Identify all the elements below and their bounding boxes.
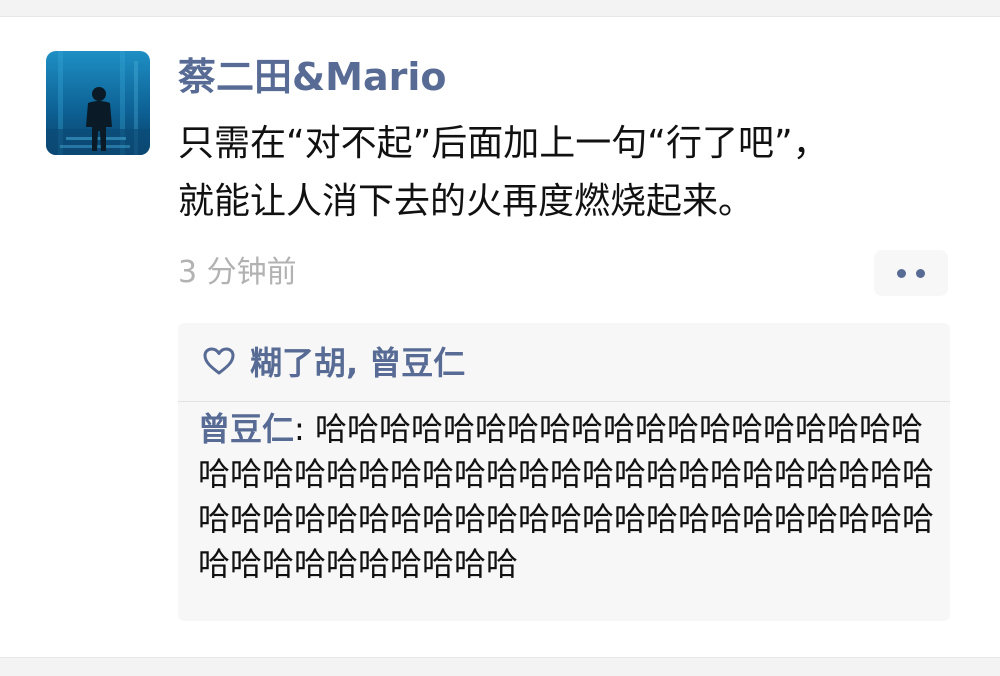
- comment-separator: :: [294, 410, 315, 448]
- heart-outline-icon: [203, 347, 235, 375]
- divider: [178, 401, 950, 402]
- post-text: 只需在“对不起”后面加上一句“行了吧”， 就能让人消下去的火再度燃烧起来。: [178, 115, 958, 231]
- avatar[interactable]: [46, 51, 150, 155]
- interaction-panel: 糊了胡, 曾豆仁 曾豆仁: 哈哈哈哈哈哈哈哈哈哈哈哈哈哈哈哈哈哈哈哈哈哈哈哈哈哈…: [178, 323, 950, 621]
- liker-names[interactable]: 糊了胡, 曾豆仁: [250, 338, 465, 384]
- post-text-line: 就能让人消下去的火再度燃烧起来。: [178, 181, 755, 222]
- two-dots-icon: [897, 268, 906, 278]
- post-timestamp: 3 分钟前: [178, 255, 297, 290]
- two-dots-icon: [916, 268, 925, 278]
- more-actions-button[interactable]: [874, 250, 948, 296]
- person-silhouette-aquarium-avatar-icon: [46, 51, 150, 155]
- comment-author[interactable]: 曾豆仁: [198, 410, 294, 448]
- post-author-name[interactable]: 蔡二田&Mario: [178, 53, 446, 101]
- post-text-line: 只需在“对不起”后面加上一句“行了吧”，: [178, 123, 829, 164]
- likes-row: 糊了胡, 曾豆仁: [202, 337, 465, 385]
- comment-item[interactable]: 曾豆仁: 哈哈哈哈哈哈哈哈哈哈哈哈哈哈哈哈哈哈哈哈哈哈哈哈哈哈哈哈哈哈哈哈哈哈哈…: [198, 407, 938, 587]
- moments-post-card: 蔡二田&Mario 只需在“对不起”后面加上一句“行了吧”， 就能让人消下去的火…: [0, 16, 1000, 658]
